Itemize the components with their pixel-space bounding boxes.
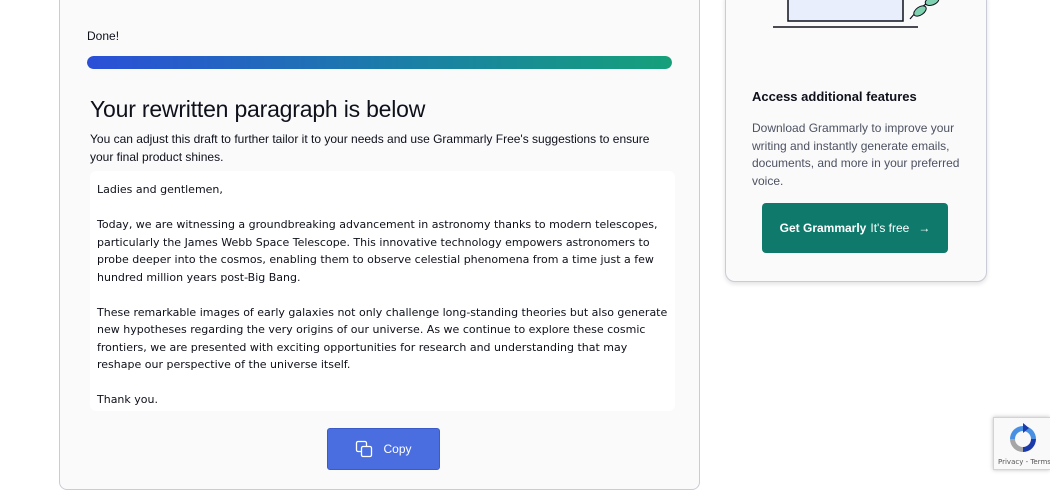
copy-button[interactable]: Copy	[327, 428, 440, 470]
recaptcha-links: Privacy - Terms	[998, 458, 1050, 466]
result-paragraph: Ladies and gentlemen,	[97, 183, 223, 196]
recaptcha-terms-link[interactable]: Terms	[1030, 458, 1050, 466]
result-paragraph: Today, we are witnessing a groundbreakin…	[97, 218, 658, 284]
rewrite-result-card: Done! Your rewritten paragraph is below …	[59, 0, 700, 490]
cta-label-bold: Get Grammarly	[779, 221, 867, 235]
page-title: Your rewritten paragraph is below	[90, 96, 426, 122]
recaptcha-privacy-link[interactable]: Privacy	[998, 458, 1023, 466]
result-paragraph: Thank you.	[97, 393, 158, 406]
copy-icon	[355, 440, 373, 458]
rewritten-text-box[interactable]: Ladies and gentlemen, Today, we are witn…	[90, 171, 675, 411]
result-paragraph: These remarkable images of early galaxie…	[97, 305, 668, 372]
cta-label-rest: It's free	[870, 221, 910, 235]
copy-button-label: Copy	[383, 442, 412, 456]
progress-bar	[87, 56, 672, 69]
sidebar-description: Download Grammarly to improve your writi…	[752, 121, 960, 188]
sidebar-promo-card: Access additional features Download Gram…	[725, 0, 987, 282]
recaptcha-icon	[1010, 423, 1036, 452]
arrow-right-icon: →	[918, 221, 931, 235]
laptop-illustration	[773, 0, 940, 28]
sidebar-title: Access additional features	[752, 89, 917, 104]
recaptcha-badge[interactable]: Privacy - Terms	[993, 417, 1050, 470]
result-description: You can adjust this draft to further tai…	[90, 132, 650, 164]
progress-bar-fill	[87, 56, 672, 69]
get-grammarly-button[interactable]: Get Grammarly It's free →	[762, 203, 948, 253]
status-text: Done!	[87, 29, 120, 43]
